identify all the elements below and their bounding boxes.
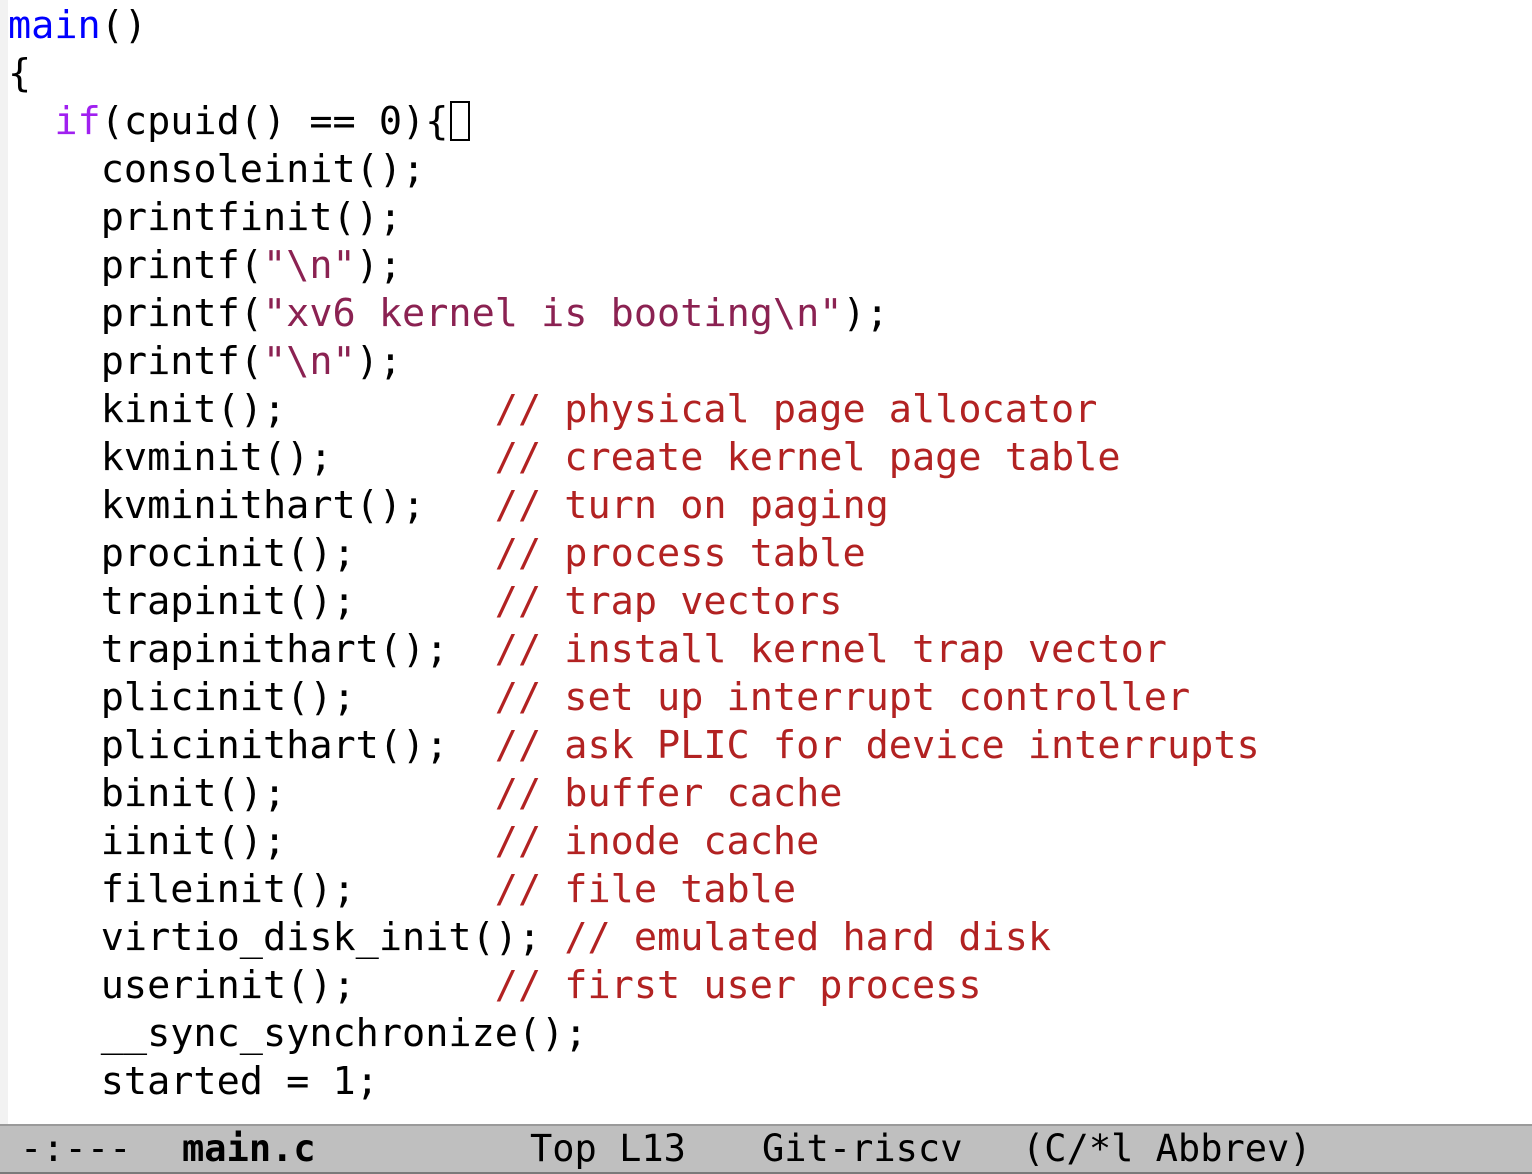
code-line[interactable]: main() xyxy=(8,2,147,50)
code-token-plain: (cpuid() == 0){ xyxy=(100,99,449,144)
code-line[interactable]: plicinithart(); // ask PLIC for device i… xyxy=(8,722,1260,770)
code-token-plain: virtio_disk_init(); xyxy=(100,915,565,960)
left-fringe xyxy=(0,0,8,1124)
code-line[interactable]: started = 1; xyxy=(8,1058,379,1106)
code-token-plain: printf( xyxy=(100,243,263,288)
code-token-plain: iinit(); xyxy=(100,819,495,864)
code-token-str: "\n" xyxy=(262,243,356,288)
code-token-comment: // install kernel trap vector xyxy=(494,627,1167,672)
code-token-plain: fileinit(); xyxy=(100,867,495,912)
mode-line[interactable]: -:--- main.c Top L13 Git-riscv (C/*l Abb… xyxy=(0,1124,1532,1172)
code-token-plain: kinit(); xyxy=(100,387,495,432)
code-token-plain: trapinithart(); xyxy=(100,627,495,672)
code-line[interactable]: printf("xv6 kernel is booting\n"); xyxy=(8,290,889,338)
code-line[interactable]: consoleinit(); xyxy=(8,146,426,194)
cursor-position-indicator: Top L13 xyxy=(530,1127,686,1170)
code-token-comment: // inode cache xyxy=(494,819,820,864)
code-token-plain: ); xyxy=(355,339,403,384)
code-token-comment: // first user process xyxy=(494,963,982,1008)
code-token-str: "\n" xyxy=(262,339,356,384)
code-token-comment: // file table xyxy=(494,867,797,912)
code-line[interactable]: if(cpuid() == 0){ xyxy=(8,98,471,146)
code-token-comment: // turn on paging xyxy=(494,483,889,528)
code-token-plain: binit(); xyxy=(100,771,495,816)
code-token-plain: started = 1; xyxy=(100,1059,379,1104)
code-editor-window[interactable]: main(){ if(cpuid() == 0){ consoleinit();… xyxy=(8,0,1532,1124)
code-token-plain: printfinit(); xyxy=(100,195,403,240)
code-token-comment: // buffer cache xyxy=(494,771,843,816)
code-token-comment: // emulated hard disk xyxy=(564,915,1052,960)
code-token-fn: main xyxy=(8,3,101,48)
code-token-plain: userinit(); xyxy=(100,963,495,1008)
code-line[interactable]: { xyxy=(8,50,31,98)
code-line[interactable]: virtio_disk_init(); // emulated hard dis… xyxy=(8,914,1051,962)
code-token-plain: ); xyxy=(842,291,889,336)
code-line[interactable]: procinit(); // process table xyxy=(8,530,866,578)
code-token-plain: plicinit(); xyxy=(100,675,495,720)
code-line[interactable]: kvminithart(); // turn on paging xyxy=(8,482,889,530)
code-token-plain: __sync_synchronize(); xyxy=(100,1011,588,1056)
code-token-plain: () xyxy=(100,3,148,48)
code-line[interactable]: iinit(); // inode cache xyxy=(8,818,820,866)
code-token-plain: plicinithart(); xyxy=(100,723,495,768)
code-token-plain: kvminithart(); xyxy=(100,483,495,528)
text-cursor xyxy=(450,101,471,141)
buffer-status-indicator: -:--- xyxy=(20,1127,132,1170)
code-token-plain: printf( xyxy=(100,291,263,336)
code-token-plain: printf( xyxy=(100,339,263,384)
buffer-name[interactable]: main.c xyxy=(182,1126,316,1172)
code-token-comment: // physical page allocator xyxy=(494,387,1098,432)
version-control-branch[interactable]: Git-riscv xyxy=(762,1126,962,1172)
code-line[interactable]: binit(); // buffer cache xyxy=(8,770,843,818)
code-token-plain: { xyxy=(8,51,32,96)
code-token-kw: if xyxy=(54,99,101,144)
code-token-plain: kvminit(); xyxy=(100,435,495,480)
code-token-plain: ); xyxy=(355,243,403,288)
code-line[interactable]: printf("\n"); xyxy=(8,242,402,290)
code-line[interactable]: kvminit(); // create kernel page table xyxy=(8,434,1121,482)
code-line[interactable]: trapinithart(); // install kernel trap v… xyxy=(8,626,1167,674)
code-token-comment: // ask PLIC for device interrupts xyxy=(494,723,1260,768)
code-token-comment: // process table xyxy=(494,531,866,576)
code-line[interactable]: printf("\n"); xyxy=(8,338,402,386)
code-line[interactable]: kinit(); // physical page allocator xyxy=(8,386,1098,434)
code-token-comment: // create kernel page table xyxy=(494,435,1121,480)
code-token-comment: // set up interrupt controller xyxy=(494,675,1191,720)
code-line[interactable]: fileinit(); // file table xyxy=(8,866,796,914)
code-token-str: "xv6 kernel is booting\n" xyxy=(262,291,843,336)
code-token-comment: // trap vectors xyxy=(494,579,843,624)
code-token-plain: procinit(); xyxy=(100,531,495,576)
code-line[interactable]: printfinit(); xyxy=(8,194,402,242)
code-line[interactable]: plicinit(); // set up interrupt controll… xyxy=(8,674,1190,722)
code-line[interactable]: userinit(); // first user process xyxy=(8,962,982,1010)
code-token-plain: trapinit(); xyxy=(100,579,495,624)
code-line[interactable]: trapinit(); // trap vectors xyxy=(8,578,843,626)
code-token-plain: consoleinit(); xyxy=(100,147,426,192)
code-line[interactable]: __sync_synchronize(); xyxy=(8,1010,588,1058)
major-minor-modes[interactable]: (C/*l Abbrev) xyxy=(1022,1126,1312,1172)
